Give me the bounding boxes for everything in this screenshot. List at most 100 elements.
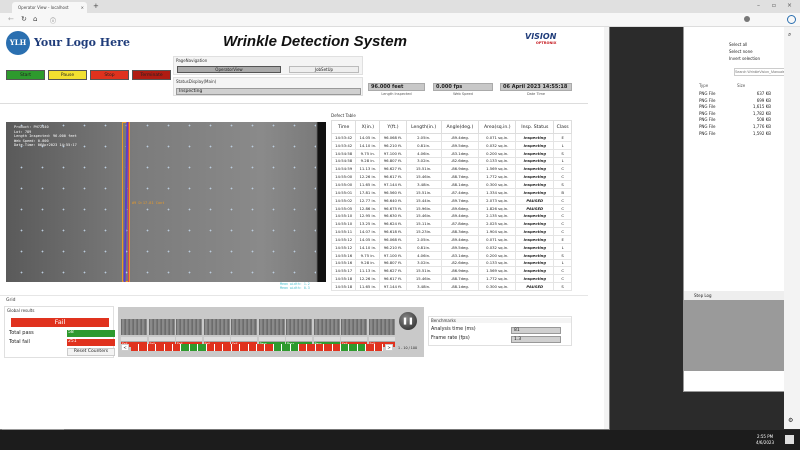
refresh-icon[interactable]: ↻ [21,15,27,23]
settings-icon[interactable]: ⚙ [788,417,793,424]
table-row[interactable]: 14:55:10 12.95 in. 96.630 ft. 15.46in. -89.4… [330,211,572,221]
history-segment[interactable] [357,344,367,351]
table-row[interactable]: 14:55:11 14.07 in. 96.618 ft. 15.23in. -88.3… [330,227,572,236]
thumbnail[interactable]: Pass [313,319,340,347]
history-segment[interactable] [332,344,341,351]
file-row[interactable]: PNG File 1,776 KB [699,124,779,131]
history-segment[interactable] [215,344,224,351]
reset-counters-button[interactable]: Reset Counters [67,348,115,356]
job-setup-button[interactable]: JobSetUp [289,66,359,73]
back-icon[interactable]: ← [8,15,14,23]
table-row[interactable]: 14:55:12 14.05 in. 96.068 ft. 2.05in. -89.4d… [330,234,572,244]
file-row[interactable]: PNG File 1,615 KB [699,104,779,111]
history-segment[interactable] [131,344,140,351]
history-segment[interactable] [282,344,291,351]
history-segment[interactable] [299,344,308,351]
history-segment[interactable] [257,344,266,351]
table-row[interactable]: 14:55:10 13.25 in. 96.624 ft. 15.11in. -87.8… [330,219,572,229]
browser-window[interactable]: Operator View - localhost × + – ▫ × ← ↻ ⌂… [0,0,800,430]
info-icon[interactable]: ⓘ [50,16,56,25]
table-row[interactable]: 14:55:00 12.26 in. 96.617 ft. 15.46in. -88.7… [330,172,572,182]
start-button[interactable]: Start [6,70,45,80]
table-row[interactable]: 14:54:58 9.28 in. 96.807 ft. 3.02in. -82.6de… [330,156,572,166]
thumbnail[interactable]: Fail [148,319,175,347]
stop-button[interactable]: Stop [90,70,129,80]
file-row[interactable]: PNG File 1,592 KB [699,131,779,138]
thumbnail[interactable]: Pass [286,319,312,347]
column-header[interactable]: Class [553,120,572,134]
browser-tab[interactable]: Operator View - localhost × [12,2,87,13]
column-header[interactable]: Time [330,120,357,134]
history-segment[interactable] [349,344,358,351]
history-segment[interactable] [341,344,350,351]
file-row[interactable]: PNG File 508 KB [699,117,779,124]
operator-view-button[interactable]: OperatorView [177,66,281,73]
column-header[interactable]: Insp. Status [515,120,555,134]
history-segment[interactable] [206,344,215,351]
table-row[interactable]: 14:55:02 12.77 in. 96.640 ft. 15.44in. -89.7… [330,195,572,205]
thumbnail[interactable]: Pass [258,319,285,347]
thumbnail[interactable]: Fail [203,319,230,347]
thumbnail[interactable]: Fail [341,319,367,347]
history-segment[interactable] [173,344,182,351]
minimize-icon[interactable]: – [757,2,760,9]
thumbnail[interactable]: Fail [368,319,395,347]
file-row[interactable]: PNG File 1,782 KB [699,111,779,118]
file-explorer-window[interactable]: Select all Select none Invert selection … [683,22,800,392]
history-segment[interactable] [324,344,333,351]
profile-icon[interactable] [744,16,750,22]
column-header[interactable]: Length(in.) [405,120,442,134]
table-row[interactable]: 14:53:42 14.05 in. 96.068 ft. 2.05in. -89.4d… [330,133,572,142]
history-segment[interactable] [189,344,199,351]
history-segment[interactable] [147,344,157,351]
history-segment[interactable] [198,344,207,351]
select-none-button[interactable]: Select none [729,48,760,55]
table-row[interactable]: 14:55:00 11.65 in. 97.144 ft. 3.48in. -88.1d… [330,180,572,189]
column-header[interactable]: Angle(deg.) [440,120,480,134]
pager-next-button[interactable]: > [385,344,393,351]
history-segment[interactable] [240,344,249,351]
history-segment[interactable] [139,344,148,351]
history-segment[interactable] [156,344,165,351]
close-tab-icon[interactable]: × [81,5,84,10]
thumbnail[interactable]: Fail [121,319,147,347]
table-row[interactable]: 14:54:59 11.13 in. 96.627 ft. 15.51in. -86.9… [330,164,572,174]
new-tab-icon[interactable]: + [93,2,99,10]
pager-prev-button[interactable]: < [121,344,129,351]
home-icon[interactable]: ⌂ [33,15,37,23]
column-header[interactable]: X(in.) [355,120,381,134]
history-segment[interactable] [315,344,325,351]
table-row[interactable]: 14:55:16 9.28 in. 96.807 ft. 3.02in. -82.6de… [330,258,572,268]
bing-icon[interactable] [787,15,796,24]
clock[interactable]: 2:55 PM 4/6/2023 [756,434,774,446]
column-header[interactable]: Area(sq.in.) [478,120,517,134]
column-size[interactable]: Size [737,83,745,88]
table-row[interactable]: 14:55:01 17.81 in. 96.560 ft. 15.51in. -87.4… [330,187,572,197]
history-segment[interactable] [248,344,257,351]
table-row[interactable]: 14:55:17 11.13 in. 96.627 ft. 15.51in. -86.9… [330,266,572,276]
column-type[interactable]: Type [699,83,708,88]
column-header[interactable]: Y(ft.) [379,120,407,134]
notifications-icon[interactable] [785,435,794,444]
file-row[interactable]: PNG File 637 KB [699,91,779,98]
close-window-icon[interactable]: × [787,2,792,9]
invert-selection-button[interactable]: Invert selection [729,55,760,62]
table-row[interactable]: 14:54:58 9.75 in. 97.100 ft. 4.06in. -83.1de… [330,148,572,158]
search-icon[interactable]: ⌕ [788,31,791,39]
file-row[interactable]: PNG File 699 KB [699,98,779,105]
table-row[interactable]: 14:55:12 14.10 in. 96.210 ft. 0.81in. -89.5d… [330,242,572,252]
table-row[interactable]: 14:55:16 9.75 in. 97.100 ft. 4.06in. -83.1de… [330,250,572,260]
history-segment[interactable] [290,344,299,351]
thumbnail[interactable]: Fail [231,319,257,347]
maximize-icon[interactable]: ▫ [772,2,776,9]
history-segment[interactable] [164,344,173,351]
history-segment[interactable] [366,344,375,351]
history-segment[interactable] [231,344,241,351]
history-segment[interactable] [181,344,190,351]
table-row[interactable]: 14:55:18 12.26 in. 96.617 ft. 15.46in. -88.7… [330,274,572,284]
table-row[interactable]: 14:55:05 12.86 in. 96.675 ft. 15.96in. -89.6… [330,203,572,213]
history-segment[interactable] [223,344,232,351]
terminate-button[interactable]: Terminate [132,70,171,80]
thumbnail[interactable]: Fail [176,319,202,347]
table-row[interactable]: 14:53:42 14.10 in. 96.210 ft. 0.81in. -89.5d… [330,140,572,150]
